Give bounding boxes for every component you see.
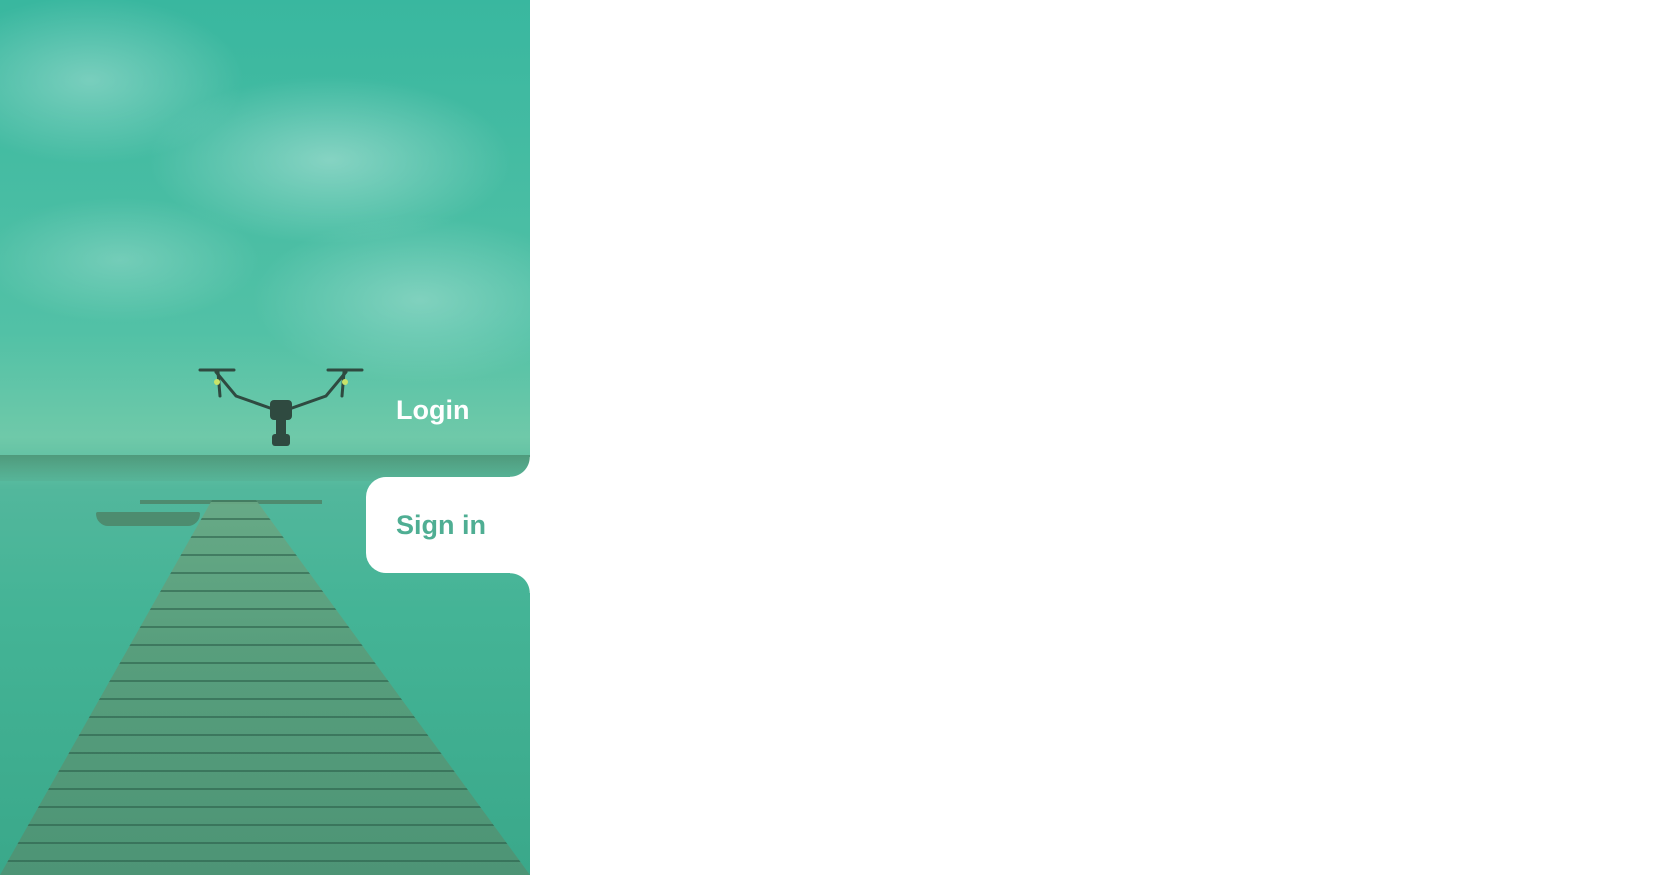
active-tab-bottom-curve bbox=[510, 573, 530, 593]
active-tab-top-curve bbox=[510, 457, 530, 477]
main-content-area bbox=[530, 0, 1665, 875]
auth-page: Login Sign in bbox=[0, 0, 1665, 875]
tab-sign-in-label: Sign in bbox=[396, 509, 486, 540]
tab-login[interactable]: Login bbox=[366, 362, 530, 458]
drone-icon bbox=[198, 368, 364, 446]
tab-login-label: Login bbox=[396, 394, 470, 425]
tab-sign-in[interactable]: Sign in bbox=[366, 477, 530, 573]
boat bbox=[96, 512, 200, 526]
